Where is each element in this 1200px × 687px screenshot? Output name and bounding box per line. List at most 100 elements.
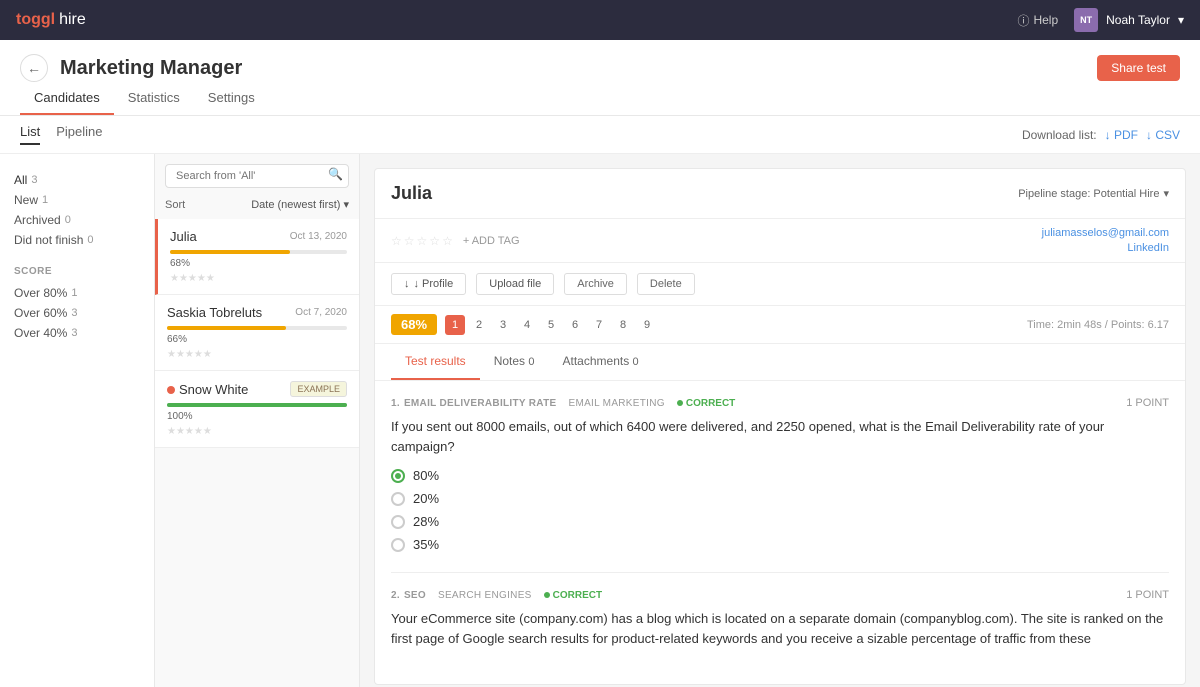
logo-toggl: toggl bbox=[16, 11, 55, 29]
candidate-card-saskia[interactable]: Saskia Tobreluts Oct 7, 2020 66% ★★★★★ bbox=[155, 295, 359, 371]
page-num-7[interactable]: 7 bbox=[589, 315, 609, 335]
filter-over-80[interactable]: Over 80%1 bbox=[14, 283, 140, 303]
page-num-5[interactable]: 5 bbox=[541, 315, 561, 335]
sort-chevron-icon: ▾ bbox=[343, 198, 349, 211]
delete-button[interactable]: Delete bbox=[637, 273, 695, 295]
csv-download-button[interactable]: ↓ CSV bbox=[1146, 128, 1180, 142]
example-badge: EXAMPLE bbox=[290, 381, 347, 397]
detail-tab-notes[interactable]: Notes 0 bbox=[480, 344, 549, 380]
pdf-download-button[interactable]: ↓ PDF bbox=[1105, 128, 1138, 142]
search-icon[interactable]: 🔍 bbox=[328, 167, 343, 181]
candidate-score-fill-saskia bbox=[167, 326, 286, 330]
star-rating[interactable]: ☆☆☆☆☆ bbox=[391, 234, 453, 248]
question-2: 2. SEO SEARCH ENGINES CORRECT 1 POINT Yo… bbox=[391, 589, 1169, 648]
view-controls: List Pipeline Download list: ↓ PDF ↓ CSV bbox=[0, 116, 1200, 154]
share-test-button[interactable]: Share test bbox=[1097, 55, 1180, 81]
candidate-card-snow-white[interactable]: Snow White EXAMPLE 100% ★★★★★ bbox=[155, 371, 359, 448]
page-tabs: Candidates Statistics Settings bbox=[20, 82, 1180, 115]
filter-all-label: All bbox=[14, 173, 27, 187]
candidates-list: 🔍 Sort Date (newest first) ▾ Julia Oct 1… bbox=[155, 154, 360, 687]
tags-row: ☆☆☆☆☆ + ADD TAG juliamasselos@gmail.com … bbox=[375, 219, 1185, 263]
test-results-section: 1. EMAIL DELIVERABILITY RATE EMAIL MARKE… bbox=[375, 381, 1185, 684]
page-num-1[interactable]: 1 bbox=[445, 315, 465, 335]
page-num-2[interactable]: 2 bbox=[469, 315, 489, 335]
filter-did-not-finish[interactable]: Did not finish0 bbox=[14, 230, 140, 250]
filter-all-count: 3 bbox=[31, 174, 37, 186]
status-filters: All3 New1 Archived0 Did not finish0 bbox=[14, 170, 140, 250]
view-tab-pipeline[interactable]: Pipeline bbox=[56, 124, 102, 145]
candidate-score-bar-snow-white bbox=[167, 403, 347, 407]
radio-empty-icon-35 bbox=[391, 538, 405, 552]
candidate-date-julia: Oct 13, 2020 bbox=[290, 231, 347, 242]
search-bar: 🔍 bbox=[155, 154, 359, 194]
candidate-stars-julia: ★★★★★ bbox=[170, 273, 347, 284]
linkedin-link[interactable]: LinkedIn bbox=[1127, 242, 1169, 254]
question-2-category: SEARCH ENGINES bbox=[438, 590, 532, 601]
help-button[interactable]: ⓘ Help bbox=[1017, 12, 1058, 29]
question-1-text: If you sent out 8000 emails, out of whic… bbox=[391, 417, 1169, 456]
tab-settings[interactable]: Settings bbox=[194, 82, 269, 115]
filter-new[interactable]: New1 bbox=[14, 190, 140, 210]
filter-archived-count: 0 bbox=[65, 214, 71, 226]
top-nav: toggl hire ⓘ Help NT Noah Taylor ▾ bbox=[0, 0, 1200, 40]
correct-label-2: CORRECT bbox=[553, 590, 602, 601]
radio-selected-icon bbox=[391, 469, 405, 483]
download-controls: Download list: ↓ PDF ↓ CSV bbox=[1022, 128, 1180, 142]
detail-tabs: Test results Notes 0 Attachments 0 bbox=[375, 344, 1185, 381]
page-num-6[interactable]: 6 bbox=[565, 315, 585, 335]
page-num-4[interactable]: 4 bbox=[517, 315, 537, 335]
tab-candidates[interactable]: Candidates bbox=[20, 82, 114, 115]
answer-option-20: 20% bbox=[391, 491, 1169, 506]
contact-links: juliamasselos@gmail.com LinkedIn bbox=[1042, 227, 1169, 254]
download-label: Download list: bbox=[1022, 128, 1097, 142]
sort-dropdown[interactable]: Date (newest first) ▾ bbox=[251, 198, 349, 211]
question-1-header: 1. EMAIL DELIVERABILITY RATE EMAIL MARKE… bbox=[391, 397, 1169, 409]
email-link[interactable]: juliamasselos@gmail.com bbox=[1042, 227, 1169, 239]
candidate-card-julia[interactable]: Julia Oct 13, 2020 68% ★★★★★ bbox=[155, 219, 359, 295]
detail-tab-test-results[interactable]: Test results bbox=[391, 344, 480, 380]
score-heading: SCORE bbox=[14, 266, 140, 277]
tab-statistics[interactable]: Statistics bbox=[114, 82, 194, 115]
candidate-score-fill-julia bbox=[170, 250, 290, 254]
upload-file-button[interactable]: Upload file bbox=[476, 273, 554, 295]
filter-archived[interactable]: Archived0 bbox=[14, 210, 140, 230]
answer-35-label: 35% bbox=[413, 537, 439, 552]
question-divider bbox=[391, 572, 1169, 573]
add-tag-button[interactable]: + ADD TAG bbox=[463, 235, 520, 247]
filter-new-label: New bbox=[14, 193, 38, 207]
candidate-name-snow-white: Snow White bbox=[167, 382, 248, 397]
back-button[interactable]: ← bbox=[20, 54, 48, 82]
filter-dnf-label: Did not finish bbox=[14, 233, 83, 247]
radio-empty-icon-20 bbox=[391, 492, 405, 506]
radio-empty-icon-28 bbox=[391, 515, 405, 529]
view-tab-list[interactable]: List bbox=[20, 124, 40, 145]
candidate-score-bar-saskia bbox=[167, 326, 347, 330]
filter-over-40-label: Over 40% bbox=[14, 326, 67, 340]
points-1: 1 POINT bbox=[1126, 397, 1169, 409]
user-menu[interactable]: NT Noah Taylor ▾ bbox=[1074, 8, 1184, 32]
page-num-9[interactable]: 9 bbox=[637, 315, 657, 335]
logo: toggl hire bbox=[16, 11, 86, 29]
detail-tab-attachments[interactable]: Attachments 0 bbox=[549, 344, 653, 380]
topnav-right: ⓘ Help NT Noah Taylor ▾ bbox=[1017, 8, 1184, 32]
page-num-8[interactable]: 8 bbox=[613, 315, 633, 335]
filter-over-40[interactable]: Over 40%3 bbox=[14, 323, 140, 343]
filter-all[interactable]: All 3 bbox=[14, 170, 140, 190]
pipeline-stage-dropdown[interactable]: Pipeline stage: Potential Hire ▾ bbox=[1018, 187, 1169, 200]
correct-label-1: CORRECT bbox=[686, 398, 735, 409]
page-numbers: 1 2 3 4 5 6 7 8 9 bbox=[445, 315, 657, 335]
profile-button[interactable]: ↓ ↓ Profile bbox=[391, 273, 466, 295]
score-row: 68% 1 2 3 4 5 6 7 8 9 Time: 2min 48s / P… bbox=[375, 306, 1185, 344]
download-icon: ↓ bbox=[404, 278, 410, 290]
help-circle-icon: ⓘ bbox=[1017, 12, 1029, 29]
search-input[interactable] bbox=[165, 164, 349, 188]
detail-actions: ↓ ↓ Profile Upload file Archive Delete bbox=[375, 263, 1185, 306]
sort-label: Sort bbox=[165, 199, 185, 211]
candidate-name-saskia: Saskia Tobreluts bbox=[167, 305, 262, 320]
candidate-score-text-snow-white: 100% bbox=[167, 411, 347, 422]
question-1: 1. EMAIL DELIVERABILITY RATE EMAIL MARKE… bbox=[391, 397, 1169, 552]
archive-button[interactable]: Archive bbox=[564, 273, 627, 295]
big-score: 68% bbox=[391, 314, 437, 335]
page-num-3[interactable]: 3 bbox=[493, 315, 513, 335]
filter-over-60[interactable]: Over 60%3 bbox=[14, 303, 140, 323]
